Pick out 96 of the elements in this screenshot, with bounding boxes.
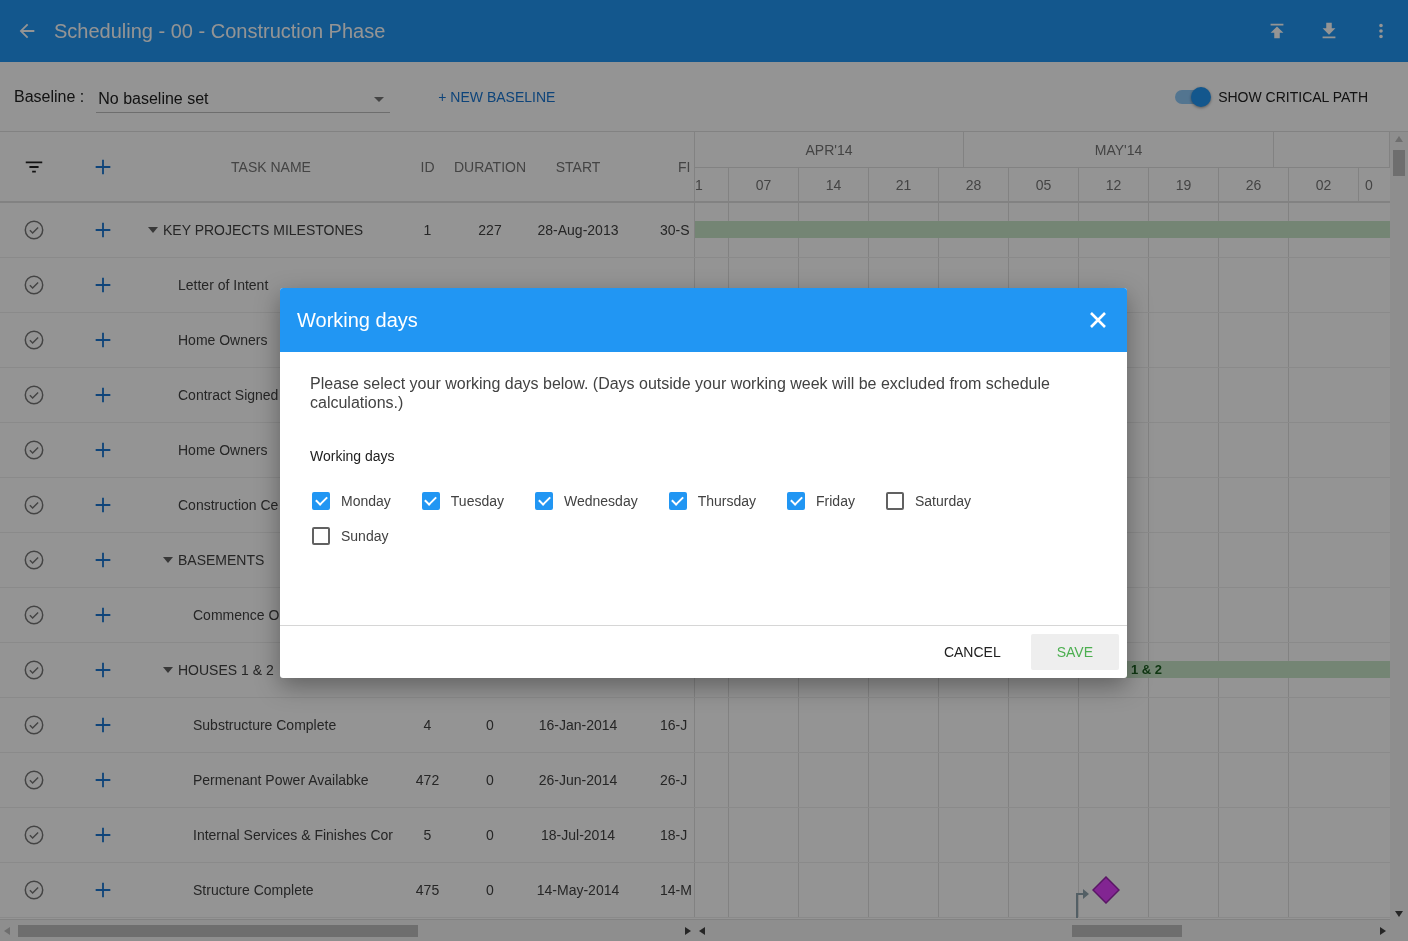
scroll-thumb[interactable] [1072,924,1182,937]
task-finish-date: 14-M [660,882,692,898]
task-duration: 0 [486,772,494,788]
check-circle-icon[interactable] [23,824,45,846]
checkbox[interactable] [312,492,330,510]
task-id: 472 [415,772,440,788]
group-label: Working days [310,448,396,464]
task-start-date: 26-Jun-2014 [538,772,618,788]
critical-path-label: SHOW CRITICAL PATH [1218,88,1368,105]
dependency-arrow [1075,886,1089,918]
check-circle-icon[interactable] [23,219,45,241]
scroll-right-arrow-icon[interactable] [1380,926,1386,935]
task-start-date: 16-Jan-2014 [538,717,618,733]
dialog-title: Working days [297,308,418,332]
checkbox[interactable] [787,492,806,510]
check-circle-icon[interactable] [23,604,45,626]
month-header: MAY'14 [964,132,1274,167]
check-circle-icon[interactable] [23,274,45,296]
task-finish-date: 26-J [660,772,688,788]
collapse-triangle-icon[interactable] [148,225,158,235]
page-title: Scheduling - 00 - Construction Phase [54,19,386,43]
task-name: Construction Ce [178,497,279,513]
scroll-right-arrow-icon[interactable] [685,926,691,935]
task-id: 4 [423,717,432,733]
task-name: KEY PROJECTS MILESTONES [163,222,364,238]
task-name: Substructure Complete [193,717,337,733]
week-header: 05 [1008,168,1078,201]
critical-path-toggle[interactable] [1175,89,1210,104]
day-checkbox[interactable]: Monday [310,492,391,510]
task-name: Permenant Power Availabke [193,772,369,788]
task-name: Commence O [193,607,280,623]
task-name: Contract Signed [178,387,279,403]
day-checkbox[interactable]: Friday [785,492,855,510]
task-name: Letter of Intent [178,277,269,293]
week-header: 1 [695,175,704,195]
checkbox[interactable] [885,492,904,510]
task-name: Internal Services & Finishes Cor [193,827,393,843]
week-header: 02 [1288,168,1358,201]
task-start-date: 14-May-2014 [536,882,620,898]
scroll-thumb[interactable] [18,924,418,937]
week-header: 19 [1148,168,1218,201]
task-duration: 227 [478,222,502,238]
day-checkbox[interactable]: Saturday [883,492,971,510]
checkbox[interactable] [421,492,440,510]
check-circle-icon[interactable] [23,439,45,461]
day-checkbox[interactable]: Wednesday [533,492,638,510]
cancel-button[interactable]: CANCEL [921,634,1023,670]
scroll-thumb[interactable] [1393,150,1405,176]
week-header: 28 [938,168,1008,201]
month-header: APR'14 [695,132,964,167]
task-id: 475 [415,882,440,898]
dialog-message: Please select your working days below. (Days outside your working week will be excluded from schedule calculations.) [310,374,1051,412]
task-start-date: 28-Aug-2013 [537,222,619,238]
task-name: BASEMENTS [178,552,265,568]
check-circle-icon[interactable] [23,879,45,901]
baseline-label: Baseline : [14,87,85,106]
bar-label: 1 & 2 [1131,661,1163,678]
scroll-left-arrow-icon[interactable] [699,926,705,935]
week-header: 14 [798,168,868,201]
task-duration: 0 [486,827,494,843]
week-header: 12 [1078,168,1148,201]
task-finish-date: 30-S [660,222,690,238]
collapse-triangle-icon[interactable] [163,665,173,675]
collapse-triangle-icon[interactable] [163,555,173,565]
task-duration: 0 [486,717,494,733]
baseline-select[interactable]: No baseline set [96,84,391,113]
task-finish-date: 18-J [660,827,688,843]
day-checkbox[interactable]: Tuesday [419,492,504,510]
week-header: 07 [728,168,798,201]
check-circle-icon[interactable] [23,769,45,791]
scroll-down-arrow-icon[interactable] [1395,911,1403,917]
day-checkbox[interactable]: Thursday [666,492,757,510]
task-name: Home Owners [178,332,268,348]
task-name: Home Owners [178,442,268,458]
day-checkbox[interactable]: Sunday [310,527,389,545]
task-start-date: 18-Jul-2014 [541,827,615,843]
task-id: 1 [423,222,432,238]
task-name: HOUSES 1 & 2 [178,662,274,678]
check-circle-icon[interactable] [23,384,45,406]
checkbox[interactable] [668,492,687,510]
check-circle-icon[interactable] [23,494,45,516]
milestone-diamond[interactable] [1092,876,1120,904]
week-header: 21 [868,168,938,201]
checkbox[interactable] [535,492,553,510]
check-circle-icon[interactable] [23,329,45,351]
checkbox[interactable] [312,527,330,545]
task-duration: 0 [486,882,494,898]
task-finish-date: 16-J [660,717,688,733]
check-circle-icon[interactable] [23,714,45,736]
check-circle-icon[interactable] [23,549,45,571]
check-circle-icon[interactable] [23,659,45,681]
task-name: Structure Complete [193,882,314,898]
dropdown-caret-icon [374,96,385,102]
vertical-scrollbar[interactable] [1390,132,1408,941]
week-header: 26 [1218,168,1288,201]
task-id: 5 [423,827,432,843]
